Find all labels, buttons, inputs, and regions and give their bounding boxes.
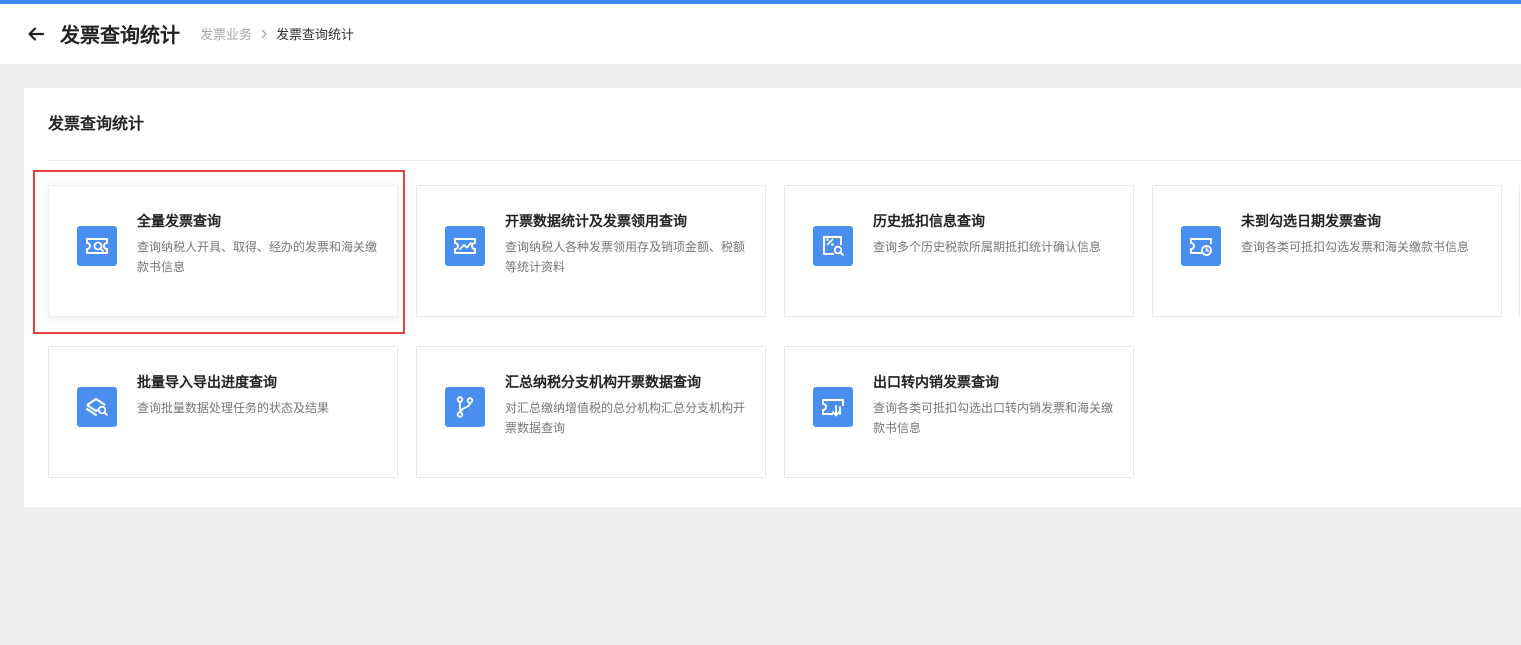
card-title: 开票数据统计及发票领用查询: [505, 214, 687, 230]
breadcrumb-parent-link[interactable]: 发票业务: [200, 27, 252, 45]
page-header: 发票查询统计 发票业务 发票查询统计: [0, 4, 1521, 64]
card-branch-invoice-data-query[interactable]: 汇总纳税分支机构开票数据查询 对汇总缴纳增值税的总分机构汇总分支机构开票数据查询: [416, 346, 766, 478]
invoice-return-icon: [813, 387, 853, 427]
card-unselected-date-invoice-query[interactable]: 未到勾选日期发票查询 查询各类可抵扣勾选发票和海关缴款书信息: [1152, 185, 1502, 317]
card-title: 出口转内销发票查询: [873, 375, 999, 391]
invoice-chart-icon: [445, 226, 485, 266]
chevron-right-icon: [260, 27, 268, 45]
card-title: 全量发票查询: [137, 214, 221, 230]
card-description: 查询多个历史税款所属期抵扣统计确认信息: [873, 240, 1102, 254]
breadcrumb: 发票业务 发票查询统计: [200, 27, 354, 45]
card-title: 未到勾选日期发票查询: [1241, 214, 1381, 230]
tax-percent-search-icon: [813, 226, 853, 266]
card-description: 查询批量数据处理任务的状态及结果: [137, 401, 330, 415]
card-full-invoice-query[interactable]: 全量发票查询 查询纳税人开具、取得、经办的发票和海关缴款书信息: [48, 185, 398, 317]
card-description: 对汇总缴纳增值税的总分机构汇总分支机构开票数据查询: [505, 401, 746, 435]
invoice-clock-icon: [1181, 226, 1221, 266]
breadcrumb-current: 发票查询统计: [276, 28, 355, 43]
card-batch-progress-query[interactable]: 批量导入导出进度查询 查询批量数据处理任务的状态及结果: [48, 346, 398, 478]
arrow-left-icon: [28, 27, 45, 41]
card-title: 历史抵扣信息查询: [873, 214, 985, 230]
card-description: 查询各类可抵扣勾选发票和海关缴款书信息: [1241, 240, 1470, 254]
panel-title: 发票查询统计: [48, 114, 145, 133]
card-title: 汇总纳税分支机构开票数据查询: [505, 375, 701, 391]
card-history-deduction-query[interactable]: 历史抵扣信息查询 查询多个历史税款所属期抵扣统计确认信息: [784, 185, 1134, 317]
card-title: 批量导入导出进度查询: [137, 375, 277, 391]
page-title: 发票查询统计: [60, 23, 180, 47]
branch-icon: [445, 387, 485, 427]
card-description: 查询纳税人开具、取得、经办的发票和海关缴款书信息: [137, 240, 378, 274]
card-invoice-statistics-query[interactable]: 开票数据统计及发票领用查询 查询纳税人各种发票领用存及销项金额、税额等统计资料: [416, 185, 766, 317]
panel-divider: [48, 160, 1521, 161]
card-export-to-domestic-invoice-query[interactable]: 出口转内销发票查询 查询各类可抵扣勾选出口转内销发票和海关缴款书信息: [784, 346, 1134, 478]
card-description: 查询各类可抵扣勾选出口转内销发票和海关缴款书信息: [873, 401, 1114, 435]
invoice-search-icon: [77, 226, 117, 266]
back-button[interactable]: [26, 24, 46, 44]
batch-progress-search-icon: [77, 387, 117, 427]
card-description: 查询纳税人各种发票领用存及销项金额、税额等统计资料: [505, 240, 746, 274]
